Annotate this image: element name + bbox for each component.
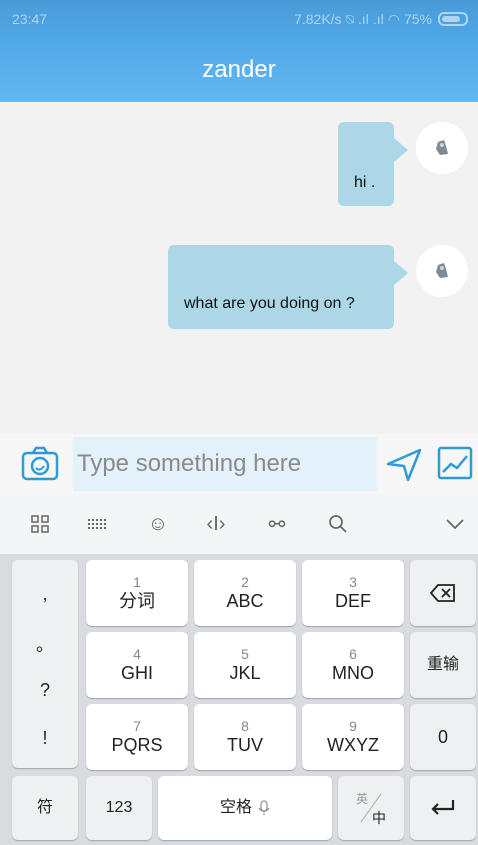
backspace-key[interactable]	[410, 560, 476, 626]
key-2[interactable]: 2 ABC	[194, 560, 296, 626]
punctuation-column[interactable]: , 。 ? !	[12, 560, 78, 768]
key-8[interactable]: 8 TUV	[194, 704, 296, 770]
punct-exclaim[interactable]: !	[12, 718, 78, 758]
battery-percent: 75%	[403, 11, 432, 27]
key-6[interactable]: 6 MNO	[302, 632, 404, 698]
image-icon[interactable]	[436, 444, 474, 482]
key-9[interactable]: 9 WXYZ	[302, 704, 404, 770]
message-text: hi .	[354, 174, 376, 191]
alarm-icon: ⍉	[345, 10, 354, 27]
chevron-down-icon[interactable]	[440, 509, 470, 539]
backspace-icon	[430, 584, 455, 602]
message-input[interactable]	[73, 437, 377, 491]
emoji-icon[interactable]: ☺	[143, 509, 173, 539]
status-bar: 23:47 7.82K/s ⍉ .ıl .ıl ◠ 75%	[0, 0, 478, 38]
link-icon[interactable]: ⚯	[262, 509, 292, 539]
grid-menu-icon[interactable]	[25, 509, 55, 539]
chat-header: zander	[0, 38, 478, 102]
message-bubble[interactable]: hi .	[338, 122, 408, 206]
status-time: 23:47	[12, 11, 48, 27]
message-row: hi .	[338, 122, 468, 206]
zero-key[interactable]: 0	[410, 704, 476, 770]
avatar[interactable]	[416, 245, 468, 297]
punct-question[interactable]: ?	[12, 670, 78, 710]
keyboard: , 。 ? ! 1 分词 2 ABC 3 DEF 4 GHI 5 JKL 6 M…	[0, 554, 478, 845]
lang-chinese: 中	[372, 810, 386, 826]
network-speed: 7.82K/s	[294, 11, 342, 27]
avatar[interactable]	[416, 122, 468, 174]
signal-icon: .ıl	[357, 11, 369, 27]
key-7[interactable]: 7 PQRS	[86, 704, 188, 770]
avatar-icon	[436, 263, 448, 278]
keyboard-layout-icon[interactable]	[82, 509, 112, 539]
punct-period[interactable]: 。	[12, 624, 78, 664]
chat-area[interactable]: hi . what are you doing on ?	[0, 102, 478, 434]
search-icon[interactable]	[323, 509, 353, 539]
key-1[interactable]: 1 分词	[86, 560, 188, 626]
camera-icon[interactable]	[20, 444, 60, 484]
enter-icon	[431, 800, 455, 815]
lang-english: 英	[356, 792, 369, 806]
cursor-icon[interactable]: ‹I›	[201, 509, 231, 539]
avatar-icon	[436, 140, 448, 155]
reenter-key[interactable]: 重输	[410, 632, 476, 698]
key-5[interactable]: 5 JKL	[194, 632, 296, 698]
battery-icon	[438, 12, 468, 26]
contact-name: zander	[202, 56, 276, 83]
key-4[interactable]: 4 GHI	[86, 632, 188, 698]
wifi-icon: ◠	[387, 10, 400, 27]
key-3[interactable]: 3 DEF	[302, 560, 404, 626]
keyboard-toolbar: ☺ ‹I› ⚯	[0, 494, 478, 554]
microphone-icon	[258, 800, 270, 815]
status-icons: 7.82K/s ⍉ .ıl .ıl ◠ 75%	[294, 11, 468, 28]
send-icon[interactable]	[384, 444, 424, 484]
message-text: what are you doing on ?	[184, 295, 355, 312]
signal-icon-2: .ıl	[372, 11, 384, 27]
language-switch-key[interactable]: 英 中	[338, 776, 404, 840]
symbols-key[interactable]: 符	[12, 776, 78, 840]
numbers-key[interactable]: 123	[86, 776, 152, 840]
message-bubble[interactable]: what are you doing on ?	[168, 245, 408, 329]
message-row: what are you doing on ?	[168, 245, 468, 329]
message-input-bar	[0, 434, 478, 494]
enter-key[interactable]	[410, 776, 476, 840]
space-key[interactable]: 空格	[158, 776, 332, 840]
punct-comma[interactable]: ,	[12, 574, 78, 614]
